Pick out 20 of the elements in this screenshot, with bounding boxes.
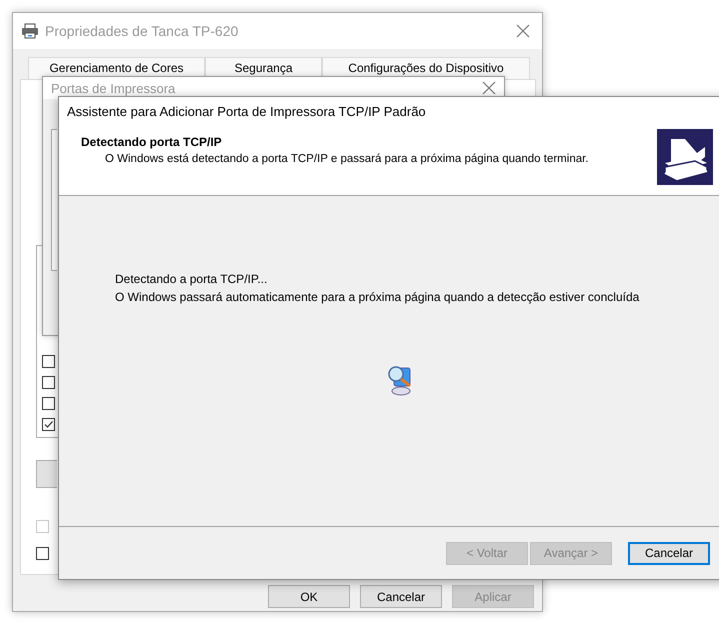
checkbox[interactable]	[42, 397, 55, 410]
page-heading: Detectando porta TCP/IP	[81, 135, 223, 149]
checkmark-icon	[43, 419, 54, 430]
window-title: Assistente para Adicionar Porta de Impressora TCP/IP Padrão	[67, 104, 426, 118]
printer-icon	[657, 129, 713, 185]
status-message: Detectando a porta TCP/IP...	[115, 271, 268, 288]
dialog-button[interactable]: Cancelar	[360, 585, 442, 608]
dialog-button[interactable]: OK	[268, 585, 350, 608]
checkbox[interactable]	[42, 355, 55, 368]
status-message: O Windows passará automaticamente para a próxima página quando a detecção estiver concluída	[115, 289, 640, 306]
close-icon[interactable]	[482, 81, 496, 95]
close-icon[interactable]	[516, 24, 530, 38]
window-title: Portas de Impressora	[51, 80, 176, 96]
window-title: Propriedades de Tanca TP-620	[45, 23, 240, 39]
dialog-button[interactable]: Cancelar	[628, 542, 710, 564]
page-subtitle: O Windows está detectando a porta TCP/IP e passará para a próxima página quando terminar.	[104, 152, 590, 165]
checkbox[interactable]	[36, 547, 49, 560]
checkbox[interactable]	[42, 418, 55, 431]
checkbox[interactable]	[42, 376, 55, 389]
printer-icon	[21, 23, 39, 39]
